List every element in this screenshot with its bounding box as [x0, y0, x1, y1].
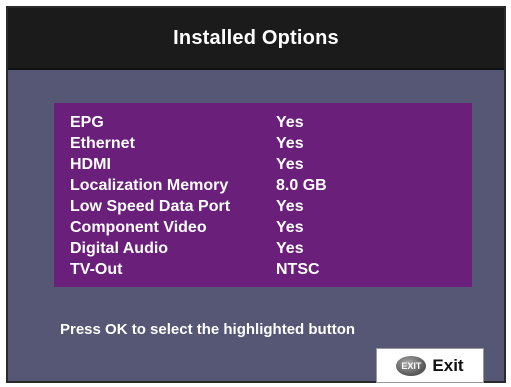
- option-name: EPG: [70, 114, 104, 131]
- option-value: Yes: [276, 156, 304, 173]
- list-item: HDMI Yes: [70, 155, 466, 175]
- option-name: Ethernet: [70, 135, 135, 152]
- title-bar: Installed Options: [8, 8, 504, 70]
- list-item: TV-Out NTSC: [70, 260, 466, 280]
- list-item: EPG Yes: [70, 113, 466, 133]
- option-name: Component Video: [70, 219, 207, 236]
- option-value: NTSC: [276, 261, 320, 278]
- option-name: Localization Memory: [70, 177, 229, 194]
- list-item: Localization Memory 8.0 GB: [70, 176, 466, 196]
- installed-options-screen: Installed Options EPG Yes Ethernet Yes H…: [6, 6, 506, 383]
- option-name: Low Speed Data Port: [70, 198, 231, 215]
- page-title: Installed Options: [173, 26, 339, 49]
- option-name: Digital Audio: [70, 240, 169, 257]
- instruction-text: Press OK to select the highlighted butto…: [60, 321, 356, 338]
- list-item: Digital Audio Yes: [70, 239, 466, 259]
- option-value: Yes: [276, 219, 304, 236]
- exit-button-label: Exit: [432, 355, 464, 375]
- exit-button[interactable]: EXIT Exit: [376, 348, 484, 383]
- option-value: Yes: [276, 114, 304, 131]
- exit-icon: EXIT: [396, 355, 427, 376]
- option-value: 8.0 GB: [276, 177, 327, 194]
- option-name: TV-Out: [70, 261, 123, 278]
- option-value: Yes: [276, 135, 304, 152]
- options-list: EPG Yes Ethernet Yes HDMI Yes Localizati…: [54, 103, 472, 287]
- option-name: HDMI: [70, 156, 111, 173]
- list-item: Component Video Yes: [70, 218, 466, 238]
- option-value: Yes: [276, 198, 304, 215]
- list-item: Ethernet Yes: [70, 134, 466, 154]
- list-item: Low Speed Data Port Yes: [70, 197, 466, 217]
- option-value: Yes: [276, 240, 304, 257]
